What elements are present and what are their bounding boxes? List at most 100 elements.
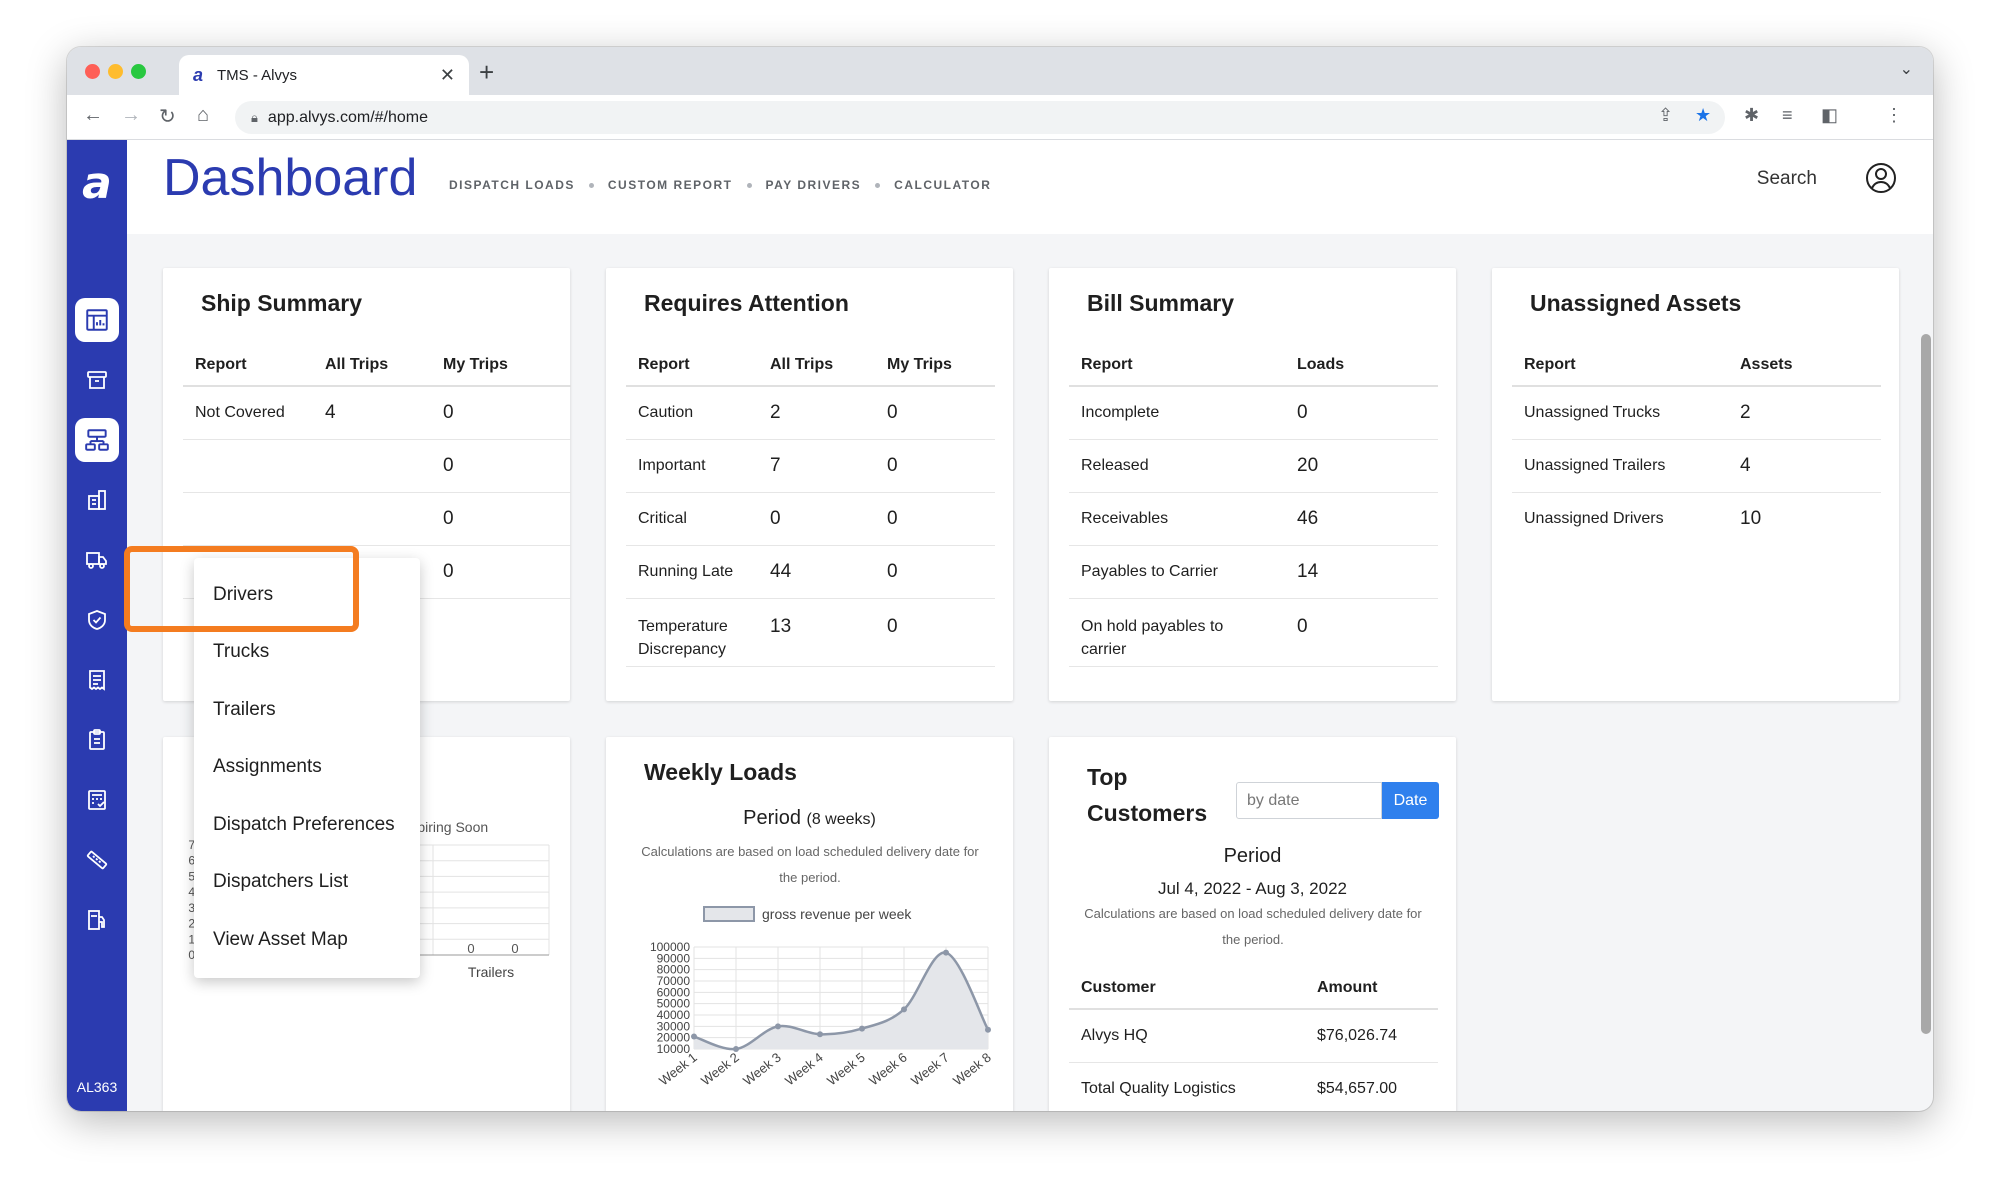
report-cell[interactable]: Caution	[626, 386, 758, 440]
table-row[interactable]: On hold payables to carrier 0	[1069, 598, 1438, 667]
share-icon[interactable]: ⇪	[1658, 105, 1673, 126]
data-point	[817, 1031, 823, 1038]
period-heading: Period (8 weeks)	[606, 807, 1013, 830]
menu-item-dispatch-preferences[interactable]: Dispatch Preferences	[213, 814, 395, 836]
alvys-logo[interactable]: a	[67, 158, 127, 209]
report-cell[interactable]: Important	[626, 439, 758, 493]
clipboard-icon[interactable]	[75, 718, 119, 762]
building-icon[interactable]	[75, 478, 119, 522]
period-range: Jul 4, 2022 - Aug 3, 2022	[1157, 879, 1348, 898]
table-row[interactable]: Important 7 0	[626, 439, 995, 493]
table-row[interactable]: Incomplete 0	[1069, 386, 1438, 440]
period-label: Period	[743, 807, 801, 829]
weekly-revenue-chart: gross revenue per week100002000030000400…	[650, 906, 994, 1089]
x-tick-label: Week 5	[824, 1050, 868, 1089]
report-cell[interactable]: Unassigned Trucks	[1512, 386, 1728, 440]
table-row[interactable]: Unassigned Trucks 2	[1512, 386, 1881, 440]
table-row[interactable]: Running Late 44 0	[626, 545, 995, 599]
truck-icon[interactable]	[75, 538, 119, 582]
media-queue-icon[interactable]: ≡	[1782, 105, 1793, 126]
nav-dispatch-loads[interactable]: DISPATCH LOADS	[449, 178, 575, 192]
table-row[interactable]: Payables to Carrier 14	[1069, 545, 1438, 599]
report-cell[interactable]: Running Late	[626, 545, 758, 599]
browser-menu-icon[interactable]: ⋮	[1885, 105, 1903, 126]
table-row[interactable]: Critical 0 0	[626, 492, 995, 546]
date-button[interactable]: Date	[1382, 782, 1439, 819]
search-link[interactable]: Search	[1757, 168, 1817, 190]
report-cell[interactable]: Unassigned Drivers	[1512, 492, 1728, 545]
data-point	[943, 949, 949, 956]
card-title: Requires Attention	[644, 290, 849, 316]
report-cell[interactable]: Released	[1069, 439, 1285, 493]
table-row[interactable]: Alvys HQ $76,026.74	[1069, 1009, 1438, 1063]
fuel-icon[interactable]	[75, 898, 119, 942]
page-scrollbar[interactable]	[1921, 334, 1931, 1034]
data-label: 0	[511, 941, 518, 956]
menu-item-trailers[interactable]: Trailers	[213, 699, 276, 721]
receipt-icon[interactable]	[75, 658, 119, 702]
assets-icon[interactable]	[75, 418, 119, 462]
table-row[interactable]: Total Quality Logistics $54,657.00	[1069, 1062, 1438, 1111]
x-tick-label: Week 7	[908, 1050, 952, 1089]
all-trips-cell: 44	[758, 545, 875, 599]
date-filter-input[interactable]: by date	[1236, 782, 1382, 819]
report-cell[interactable]: Receivables	[1069, 492, 1285, 546]
table-row[interactable]: 0	[183, 492, 571, 546]
menu-item-view-asset-map[interactable]: View Asset Map	[213, 929, 348, 951]
report-cell[interactable]: Not Covered	[183, 386, 313, 440]
bookmark-star-icon[interactable]: ★	[1695, 105, 1711, 126]
report-cell[interactable]	[183, 492, 313, 546]
page-title: Dashboard	[163, 149, 418, 207]
column-header: Report	[1069, 344, 1285, 387]
dashboard-icon[interactable]	[75, 298, 119, 342]
minimize-window-button[interactable]	[108, 64, 123, 79]
table-row[interactable]: Not Covered 4 0	[183, 386, 571, 440]
table-row[interactable]: Unassigned Drivers 10	[1512, 492, 1881, 545]
column-header: Report	[183, 344, 313, 387]
report-cell[interactable]	[183, 439, 313, 493]
customer-cell[interactable]: Alvys HQ	[1069, 1009, 1305, 1063]
new-tab-button[interactable]: +	[479, 57, 494, 88]
tab-close-icon[interactable]: ✕	[440, 65, 455, 86]
maximize-window-button[interactable]	[131, 64, 146, 79]
table-row[interactable]: Released 20	[1069, 439, 1438, 493]
card-title-line: Top	[1087, 764, 1128, 790]
user-account-icon[interactable]	[1865, 162, 1897, 194]
side-panel-icon[interactable]: ◧	[1821, 105, 1838, 126]
reload-icon[interactable]: ↻	[159, 104, 176, 129]
shield-icon[interactable]	[75, 598, 119, 642]
address-bar[interactable]: 🔒︎ app.alvys.com/#/home	[235, 101, 1725, 134]
forward-arrow-icon[interactable]: →	[121, 104, 141, 127]
report-cell[interactable]: On hold payables to carrier	[1069, 598, 1285, 667]
report-cell[interactable]: Critical	[626, 492, 758, 546]
menu-item-assignments[interactable]: Assignments	[213, 756, 322, 778]
close-window-button[interactable]	[85, 64, 100, 79]
table-row[interactable]: Temperature Discrepancy 13 0	[626, 598, 995, 667]
ruler-icon[interactable]	[75, 838, 119, 882]
loads-cell: 46	[1285, 492, 1438, 546]
menu-item-trucks[interactable]: Trucks	[213, 641, 269, 663]
all-trips-cell: 4	[313, 386, 431, 440]
nav-pay-drivers[interactable]: PAY DRIVERS	[766, 178, 862, 192]
customer-cell[interactable]: Total Quality Logistics	[1069, 1062, 1305, 1111]
table-row[interactable]: 0	[183, 439, 571, 493]
archive-icon[interactable]	[75, 358, 119, 402]
report-cell[interactable]: Payables to Carrier	[1069, 545, 1285, 599]
menu-item-drivers[interactable]: Drivers	[213, 584, 273, 606]
home-icon[interactable]: ⌂	[197, 104, 209, 127]
extensions-puzzle-icon[interactable]: ✱	[1744, 105, 1759, 126]
table-row[interactable]: Receivables 46	[1069, 492, 1438, 546]
back-arrow-icon[interactable]: ←	[83, 104, 103, 127]
tab-search-chevron-icon[interactable]: ⌄	[1900, 59, 1913, 79]
calculator-icon[interactable]	[75, 778, 119, 822]
menu-item-dispatchers-list[interactable]: Dispatchers List	[213, 871, 348, 893]
report-cell[interactable]: Unassigned Trailers	[1512, 439, 1728, 493]
nav-custom-report[interactable]: CUSTOM REPORT	[608, 178, 733, 192]
report-cell[interactable]: Incomplete	[1069, 386, 1285, 440]
nav-calculator[interactable]: CALCULATOR	[894, 178, 991, 192]
table-row[interactable]: Unassigned Trailers 4	[1512, 439, 1881, 493]
table-row[interactable]: Caution 2 0	[626, 386, 995, 440]
report-cell[interactable]: Temperature Discrepancy	[626, 598, 758, 667]
column-header: My Trips	[875, 344, 995, 387]
browser-tab[interactable]: a TMS - Alvys ✕	[179, 55, 469, 95]
